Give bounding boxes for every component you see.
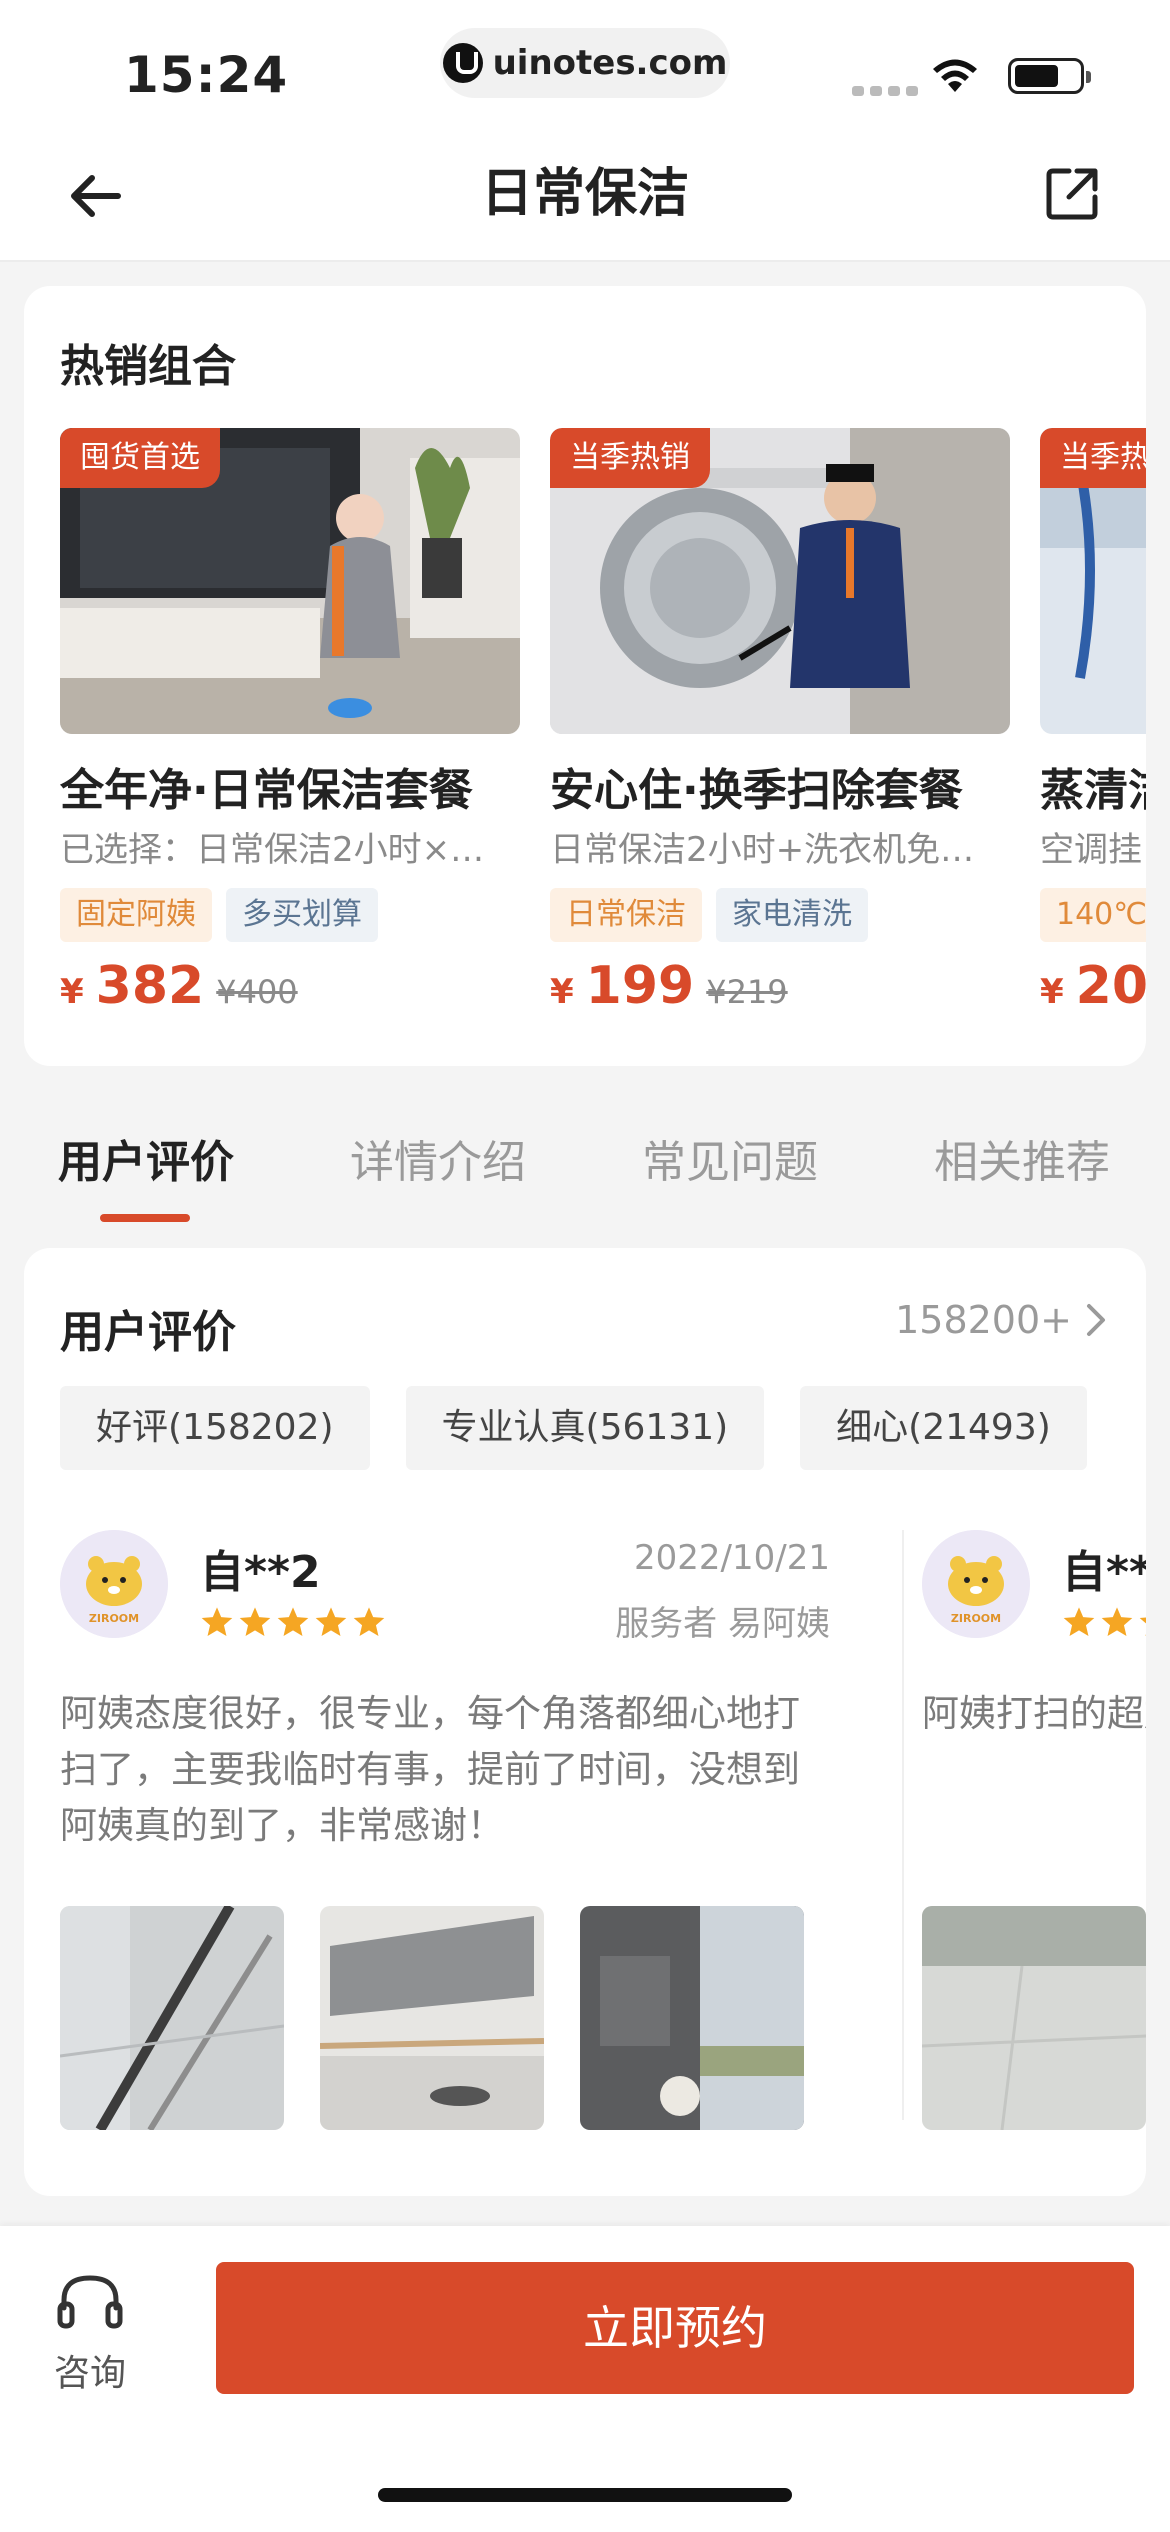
rating-stars xyxy=(200,1606,386,1638)
review-photo[interactable] xyxy=(922,1906,1146,2130)
avatar: ZIROOM xyxy=(60,1530,168,1638)
review-photo[interactable] xyxy=(580,1906,804,2130)
reviews-count: 158200+ xyxy=(895,1298,1072,1342)
tab-reviews[interactable]: 用户评价 xyxy=(58,1126,234,1190)
wifi-icon xyxy=(933,59,977,92)
product-price: 382 xyxy=(95,956,205,1016)
price-currency: ¥ xyxy=(1040,972,1064,1012)
price-currency: ¥ xyxy=(550,972,574,1012)
review-chip[interactable]: 好评(158202) xyxy=(60,1386,370,1470)
headset-icon xyxy=(57,2275,123,2329)
review-chip[interactable]: 专业认真(56131) xyxy=(405,1386,765,1470)
avatar-brand-text: ZIROOM xyxy=(951,1612,1001,1625)
product-price: 199 xyxy=(585,956,695,1016)
price-currency: ¥ xyxy=(60,972,84,1012)
product-tag: 家电清洗 xyxy=(716,888,868,942)
product-card[interactable]: 当季热 蒸清洁 空调挂 140℃高 ¥ 209 xyxy=(1040,428,1146,1016)
url-pill: uinotes.com xyxy=(440,28,730,98)
star-icon xyxy=(277,1607,309,1637)
star-icon xyxy=(315,1607,347,1637)
product-badge: 当季热销 xyxy=(550,428,710,488)
avatar: ZIROOM xyxy=(922,1530,1030,1638)
review-photo[interactable] xyxy=(60,1906,284,2130)
product-badge: 当季热 xyxy=(1040,428,1146,488)
product-price: 209 xyxy=(1075,956,1146,1016)
star-icon xyxy=(1063,1607,1095,1637)
review-item: ZIROOM 自** 阿姨打扫的超加上宝宝马上人打扫一下， xyxy=(922,1530,1146,2150)
review-date: 2022/10/21 xyxy=(634,1538,830,1578)
review-server: 服务者 易阿姨 xyxy=(615,1604,830,1644)
product-name: 蒸清洁 xyxy=(1040,765,1146,816)
signal-icon xyxy=(852,86,918,96)
product-desc: 日常保洁2小时+洗衣机免… xyxy=(550,830,975,870)
product-desc: 空调挂 xyxy=(1040,830,1142,870)
tab-faq[interactable]: 常见问题 xyxy=(642,1126,818,1190)
product-tag: 140℃高 xyxy=(1040,888,1146,942)
product-old-price: ¥400 xyxy=(216,973,298,1011)
status-time: 15:24 xyxy=(124,46,289,104)
avatar-brand-text: ZIROOM xyxy=(89,1612,139,1625)
battery-icon xyxy=(1008,58,1091,94)
tab-indicator xyxy=(100,1214,190,1222)
product-card[interactable]: 当季热销 安心住·换季扫除套餐 日常保洁2小时+洗衣机免… 日常保洁 家电清洗 … xyxy=(550,428,1010,1016)
tab-details[interactable]: 详情介绍 xyxy=(350,1126,526,1190)
url-text: uinotes.com xyxy=(492,43,728,83)
product-image: 当季热 xyxy=(1040,428,1146,734)
review-text: 阿姨态度很好，很专业，每个角落都细心地打扫了，主要我临时有事，提前了时间，没想到… xyxy=(60,1692,800,1847)
product-name: 安心住·换季扫除套餐 xyxy=(550,765,963,816)
product-carousel[interactable]: 囤货首选 全年净·日常保洁套餐 已选择：日常保洁2小时×… 固定阿姨 多买划算 … xyxy=(60,428,1146,1028)
hot-combos-card: 热销组合 囤货首选 全年净·日常保洁套餐 已选择：日常保洁2小时×… 固定阿姨 … xyxy=(24,286,1146,1066)
star-icon xyxy=(239,1607,271,1637)
product-tag: 固定阿姨 xyxy=(60,888,212,942)
chevron-right-icon xyxy=(1087,1304,1105,1336)
product-old-price: ¥219 xyxy=(706,973,788,1011)
product-image: 囤货首选 xyxy=(60,428,520,734)
product-image: 当季热销 xyxy=(550,428,1010,734)
review-divider xyxy=(902,1530,904,2120)
status-bar: 15:24 uinotes.com xyxy=(0,0,1170,130)
review-filter-chips: 好评(158202) 专业认真(56131) 细心(21493) xyxy=(60,1386,1087,1470)
share-button[interactable] xyxy=(1036,158,1108,230)
star-icon xyxy=(1101,1607,1133,1637)
consult-label: 咨询 xyxy=(53,2353,126,2394)
review-carousel[interactable]: ZIROOM 自**2 2022/10/21 服务者 易阿姨 阿姨态度很好，很专… xyxy=(60,1530,1146,2150)
tab-recommend[interactable]: 相关推荐 xyxy=(934,1126,1110,1190)
home-indicator xyxy=(378,2488,792,2502)
review-photo[interactable] xyxy=(320,1906,544,2130)
hot-combos-title: 热销组合 xyxy=(60,341,236,392)
share-icon xyxy=(1046,168,1098,220)
page-title: 日常保洁 xyxy=(480,164,689,224)
reviewer-name: 自** xyxy=(1062,1547,1146,1598)
review-text: 阿姨打扫的超加上宝宝马上人打扫一下， xyxy=(922,1692,1146,1735)
review-chip[interactable]: 细心(21493) xyxy=(800,1386,1087,1470)
consult-button[interactable]: 咨询 xyxy=(40,2272,140,2396)
product-tag: 多买划算 xyxy=(226,888,378,942)
reviews-more-link[interactable]: 158200+ xyxy=(895,1298,1106,1342)
star-icon xyxy=(353,1607,385,1637)
bottom-action-bar: 咨询 立即预约 xyxy=(0,2226,1170,2532)
reviews-card: 用户评价 158200+ 好评(158202) 专业认真(56131) 细心(2… xyxy=(24,1248,1146,2196)
site-logo-icon xyxy=(442,43,483,83)
product-tag: 日常保洁 xyxy=(550,888,702,942)
reviewer-name: 自**2 xyxy=(200,1547,321,1598)
rating-stars xyxy=(1062,1606,1146,1638)
product-card[interactable]: 囤货首选 全年净·日常保洁套餐 已选择：日常保洁2小时×… 固定阿姨 多买划算 … xyxy=(60,428,520,1016)
product-badge: 囤货首选 xyxy=(60,428,220,488)
review-item: ZIROOM 自**2 2022/10/21 服务者 易阿姨 阿姨态度很好，很专… xyxy=(60,1530,830,2150)
section-tabs: 用户评价 详情介绍 常见问题 相关推荐 xyxy=(0,1100,1170,1240)
nav-bar: 日常保洁 xyxy=(0,130,1170,262)
reviews-title: 用户评价 xyxy=(60,1307,236,1358)
book-now-button[interactable]: 立即预约 xyxy=(216,2262,1134,2394)
product-desc: 已选择：日常保洁2小时×… xyxy=(60,830,485,870)
star-icon xyxy=(1139,1617,1146,1637)
star-icon xyxy=(201,1607,233,1637)
product-name: 全年净·日常保洁套餐 xyxy=(60,765,473,816)
